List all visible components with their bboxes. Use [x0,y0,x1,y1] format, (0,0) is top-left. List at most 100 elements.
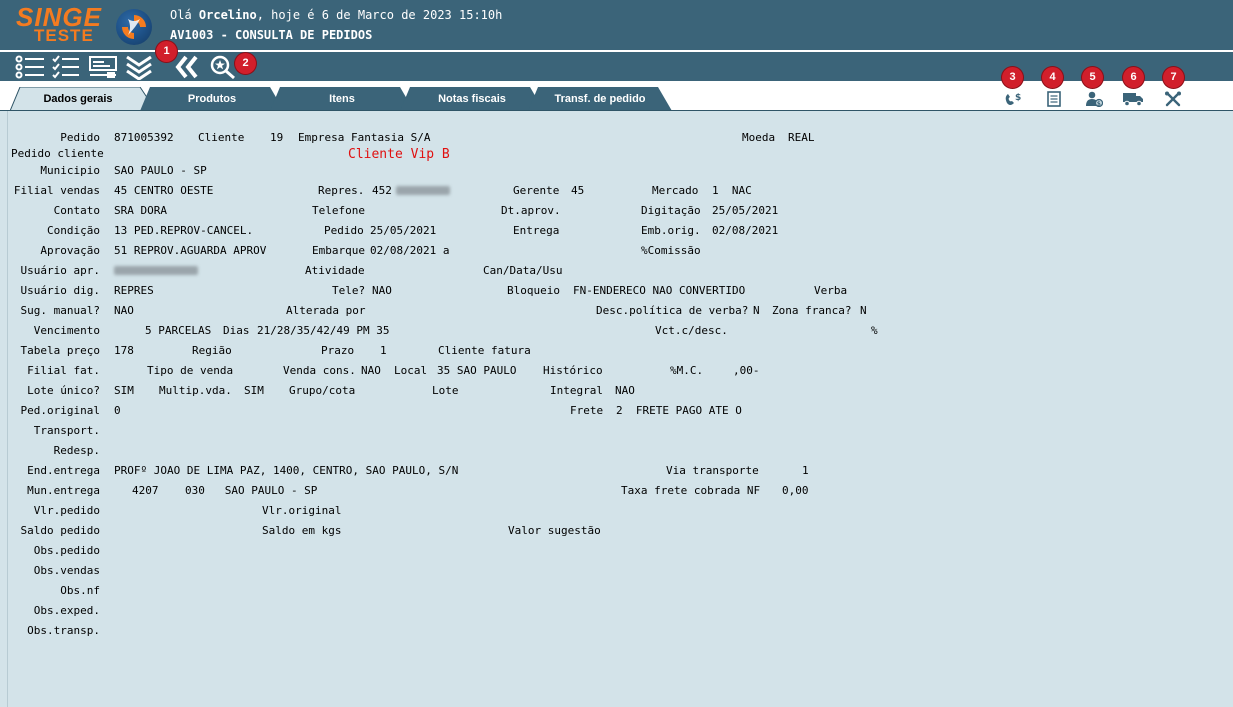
redacted-repres-name [396,186,450,195]
label-vlr-pedido: Vlr.pedido [33,504,100,517]
tools-icon[interactable] [1164,91,1182,107]
label-condicao: Condição [47,224,100,237]
label-cliente-fatura: Cliente fatura [438,344,531,357]
label-emb-orig: Emb.orig. [641,224,701,237]
badge-2: 2 [235,53,256,74]
tab-label: Notas fiscais [438,93,506,105]
label-pedido-data: Pedido [324,224,364,237]
checklist-icon[interactable] [51,54,81,80]
label-valor-sugestao: Valor sugestão [508,524,601,537]
label-atividade: Atividade [305,264,365,277]
expand-down-icon[interactable] [124,54,154,80]
label-telefone: Telefone [312,204,365,217]
label-verba: Verba [814,284,848,297]
label-tele: Tele? [332,284,366,297]
document-icon[interactable] [1046,91,1062,107]
label-usuario-apr: Usuário apr. [20,264,100,277]
label-redesp: Redesp. [53,444,100,457]
label-pedido-cliente: Pedido cliente [11,147,104,160]
value-taxa-frete: 0,00 [782,484,809,497]
tab-label: Produtos [187,93,237,105]
value-embarque: 02/08/2021 a [370,244,450,257]
label-vencimento: Vencimento [33,324,100,337]
label-local: Local [394,364,428,377]
label-pedido: Pedido [60,131,100,144]
badge-3: 3 [1002,67,1023,88]
value-venda-cons: NAO [361,364,381,377]
label-historico: Histórico [543,364,603,377]
list-icon[interactable] [14,54,46,80]
value-tele: NAO [372,284,392,297]
phone-money-icon[interactable]: $ [1004,91,1024,107]
label-end-entrega: End.entrega [27,464,100,477]
label-multip-vda: Multip.vda. [159,384,232,397]
value-sug-manual: NAO [114,304,134,317]
label-obs-pedido: Obs.pedido [33,544,100,557]
tab-transf-pedido[interactable]: Transf. de pedido [528,87,672,111]
value-gerente: 45 [571,184,585,197]
label-filial-fat: Filial fat. [27,364,100,377]
form-icon[interactable] [88,54,118,80]
label-alterada-por: Alterada por [286,304,366,317]
value-end-entrega: PROFº JOAO DE LIMA PAZ, 1400, CENTRO, SA… [114,464,459,477]
badge-4: 4 [1042,67,1063,88]
page-title: AV1003 - CONSULTA DE PEDIDOS [170,28,373,42]
value-usuario-dig: REPRES [114,284,154,297]
tab-label: Itens [329,93,355,105]
label-desc-politica: Desc.política de verba? [596,304,749,317]
label-comissao: %Comissão [641,244,701,257]
value-filial-vendas: 45 CENTRO OESTE [114,184,214,197]
search-icon[interactable] [209,54,237,80]
svg-text:$: $ [1015,93,1021,103]
tab-label: Transf. de pedido [554,93,646,105]
redacted-usuario-apr [114,266,198,275]
label-dt-aprov: Dt.aprov. [501,204,561,217]
greeting: Olá Orcelino, hoje é 6 de Marco de 2023 … [170,8,503,22]
label-bloqueio: Bloqueio [507,284,560,297]
label-saldo-kgs: Saldo em kgs [262,524,342,537]
label-zona-franca: Zona franca? [772,304,852,317]
value-condicao: 13 PED.REPROV-CANCEL. [114,224,254,237]
tab-itens[interactable]: Itens [270,87,414,111]
value-bloqueio: FN-ENDERECO NAO CONVERTIDO [573,284,746,297]
badge-5: 5 [1082,67,1103,88]
value-mercado: 1 NAC [712,184,752,197]
value-municipio: SAO PAULO - SP [114,164,207,177]
label-ped-original: Ped.original [20,404,100,417]
value-digitacao: 25/05/2021 [712,204,779,217]
vct-desc-percent: % [871,324,878,337]
back-icon[interactable] [174,54,200,80]
label-mun-entrega: Mun.entrega [27,484,100,497]
truck-icon[interactable] [1122,91,1144,107]
label-regiao: Região [192,344,232,357]
logo-ball-icon [116,9,152,45]
label-integral: Integral [550,384,603,397]
logo-teste: TESTE [34,26,94,45]
value-cliente-nome: Empresa Fantasia S/A [298,131,431,144]
value-repres: 452 [372,184,392,197]
value-tabela-preco: 178 [114,344,134,357]
user-name: Orcelino [198,8,257,22]
tab-dados-gerais[interactable]: Dados gerais [10,87,156,111]
value-mc: ,00- [733,364,760,377]
tab-notas-fiscais[interactable]: Notas fiscais [400,87,544,111]
label-saldo-pedido: Saldo pedido [20,524,100,537]
label-repres: Repres. [318,184,365,197]
label-embarque: Embarque [312,244,365,257]
label-obs-vendas: Obs.vendas [33,564,100,577]
value-pedido-data: 25/05/2021 [370,224,437,237]
value-dias: 21/28/35/42/49 PM 35 [257,324,390,337]
label-tabela-preco: Tabela preço [20,344,100,357]
label-contato: Contato [53,204,100,217]
label-venda-cons: Venda cons. [283,364,356,377]
value-emb-orig: 02/08/2021 [712,224,779,237]
label-entrega: Entrega [513,224,560,237]
tab-produtos[interactable]: Produtos [140,87,284,111]
label-aprovacao: Aprovação [40,244,100,257]
value-lote-unico: SIM [114,384,134,397]
person-money-icon[interactable]: $ [1085,91,1103,107]
label-tipo-venda: Tipo de venda [147,364,234,377]
value-zona-franca: N [860,304,867,317]
label-filial-vendas: Filial vendas [13,184,100,197]
value-via-transporte: 1 [802,464,809,477]
